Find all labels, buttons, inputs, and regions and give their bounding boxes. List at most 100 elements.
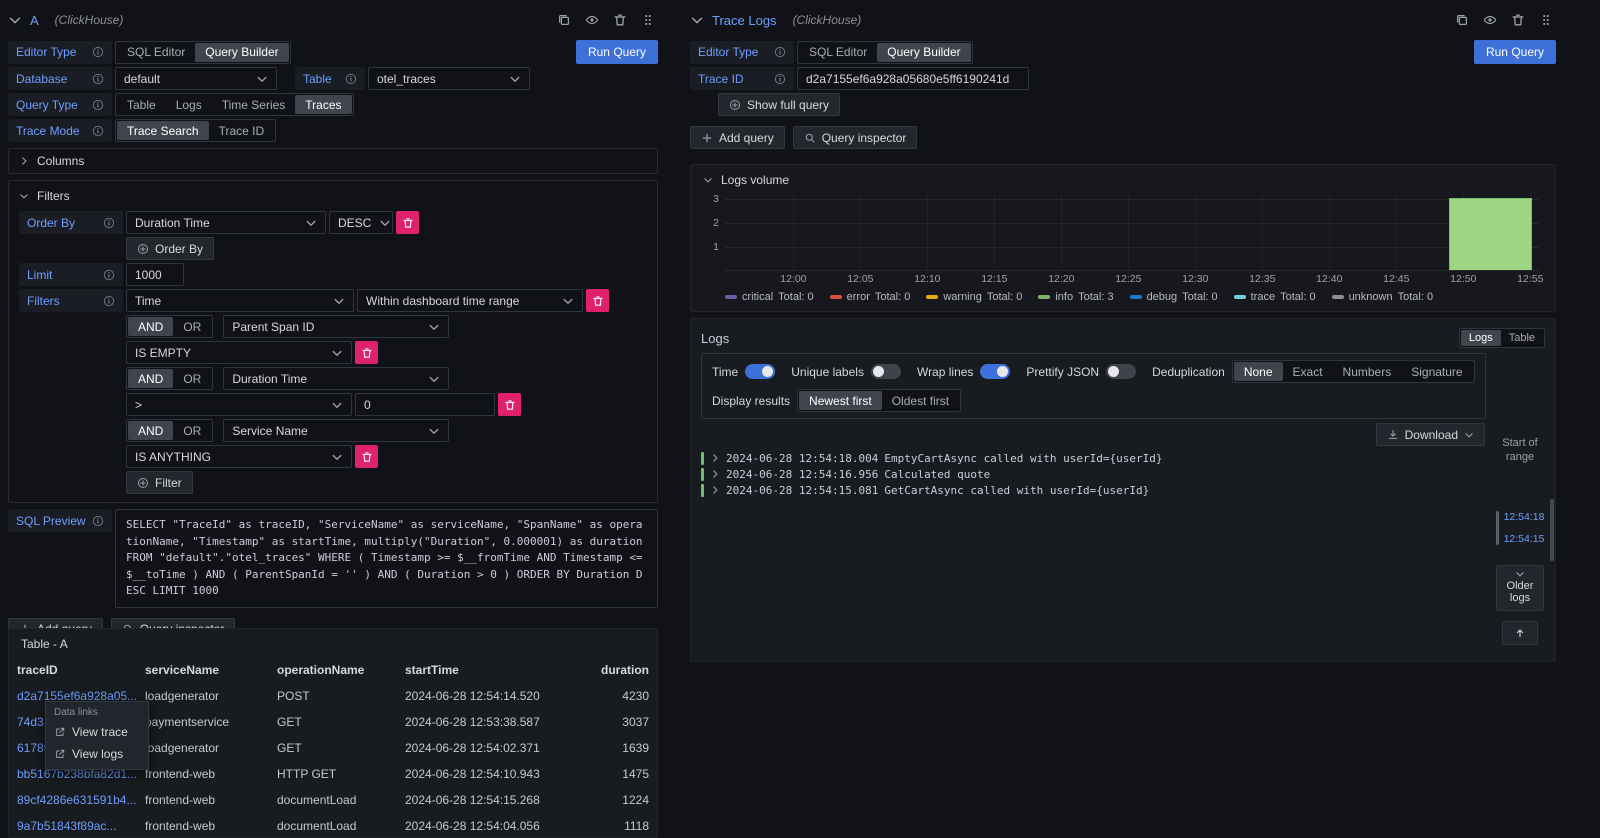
and-option[interactable]: AND xyxy=(128,369,173,388)
or-option[interactable]: OR xyxy=(173,369,211,388)
duplicate-query-icon[interactable] xyxy=(1452,10,1472,30)
info-icon[interactable] xyxy=(92,515,104,527)
add-query-button[interactable]: Add query xyxy=(690,126,785,149)
info-icon[interactable] xyxy=(92,125,104,137)
col-service-name[interactable]: serviceName xyxy=(137,657,269,683)
order-by-direction-select[interactable]: DESC xyxy=(329,211,393,234)
query-type-time-series[interactable]: Time Series xyxy=(212,95,296,114)
drag-handle-icon[interactable] xyxy=(1536,10,1556,30)
filter-time-field-select[interactable]: Time xyxy=(126,289,354,312)
query-ref[interactable]: A xyxy=(30,13,39,28)
legend-item-warning[interactable]: warningTotal: 0 xyxy=(926,291,1022,303)
info-icon[interactable] xyxy=(92,73,104,85)
sql-editor-option[interactable]: SQL Editor xyxy=(799,43,877,62)
col-trace-id[interactable]: traceID xyxy=(9,657,137,683)
order-by-field-select[interactable]: Duration Time xyxy=(126,211,326,234)
and-option[interactable]: AND xyxy=(128,421,173,440)
trace-id-option[interactable]: Trace ID xyxy=(209,121,275,140)
remove-filter-button[interactable] xyxy=(355,341,378,364)
legend-item-debug[interactable]: debugTotal: 0 xyxy=(1130,291,1218,303)
log-line[interactable]: 2024-06-28 12:54:15.081GetCartAsync call… xyxy=(701,482,1469,498)
dedup-exact-option[interactable]: Exact xyxy=(1283,362,1333,381)
logs-view-option[interactable]: Logs xyxy=(1461,330,1501,346)
legend-item-critical[interactable]: criticalTotal: 0 xyxy=(725,291,814,303)
legend-item-info[interactable]: infoTotal: 3 xyxy=(1038,291,1113,303)
wrap-lines-toggle[interactable] xyxy=(980,364,1010,379)
database-select[interactable]: default xyxy=(115,67,277,90)
expand-log-icon[interactable] xyxy=(710,469,720,479)
info-icon[interactable] xyxy=(103,217,115,229)
remove-filter-button[interactable] xyxy=(586,289,609,312)
unique-labels-toggle[interactable] xyxy=(871,364,901,379)
filter-service-operator-select[interactable]: IS ANYTHING xyxy=(126,445,352,468)
trace-id-link[interactable]: 9a7b51843f89ac... xyxy=(9,813,137,838)
remove-filter-button[interactable] xyxy=(498,393,521,416)
newest-first-option[interactable]: Newest first xyxy=(799,391,882,410)
collapse-query-icon[interactable] xyxy=(690,13,704,27)
run-query-button[interactable]: Run Query xyxy=(1474,40,1556,64)
table-select[interactable]: otel_traces xyxy=(368,67,530,90)
drag-handle-icon[interactable] xyxy=(638,10,658,30)
legend-item-error[interactable]: errorTotal: 0 xyxy=(830,291,911,303)
collapse-query-icon[interactable] xyxy=(8,13,22,27)
query-builder-option[interactable]: Query Builder xyxy=(877,43,970,62)
add-filter-button[interactable]: Filter xyxy=(126,471,193,494)
add-order-by-button[interactable]: Order By xyxy=(126,237,214,260)
logs-scrollbar-thumb[interactable] xyxy=(1550,499,1554,561)
filter-duration-field-select[interactable]: Duration Time xyxy=(223,367,449,390)
filters-section-toggle[interactable]: Filters xyxy=(19,189,647,203)
limit-input[interactable]: 1000 xyxy=(126,263,184,286)
table-view-option[interactable]: Table xyxy=(1501,330,1543,346)
delete-query-icon[interactable] xyxy=(1508,10,1528,30)
oldest-first-option[interactable]: Oldest first xyxy=(882,391,959,410)
show-full-query-button[interactable]: Show full query xyxy=(718,93,840,116)
remove-filter-button[interactable] xyxy=(355,445,378,468)
trace-id-input[interactable]: d2a7155ef6a928a05680e5ff6190241d xyxy=(797,67,1029,90)
info-icon[interactable] xyxy=(103,269,115,281)
dedup-signature-option[interactable]: Signature xyxy=(1401,362,1472,381)
query-builder-option[interactable]: Query Builder xyxy=(195,43,288,62)
col-duration[interactable]: duration xyxy=(579,657,657,683)
scroll-to-top-button[interactable] xyxy=(1502,621,1538,645)
filter-duration-operator-select[interactable]: > xyxy=(126,393,352,416)
log-line[interactable]: 2024-06-28 12:54:16.956Calculated quote xyxy=(701,466,1469,482)
info-icon[interactable] xyxy=(103,295,115,307)
filter-parent-span-field-select[interactable]: Parent Span ID xyxy=(223,315,449,338)
older-logs-button[interactable]: Older logs xyxy=(1496,565,1544,611)
query-type-table[interactable]: Table xyxy=(117,95,166,114)
or-option[interactable]: OR xyxy=(173,421,211,440)
sql-editor-option[interactable]: SQL Editor xyxy=(117,43,195,62)
log-line[interactable]: 2024-06-28 12:54:18.004EmptyCartAsync ca… xyxy=(701,450,1469,466)
toggle-visibility-icon[interactable] xyxy=(582,10,602,30)
volume-bar-info[interactable] xyxy=(1449,198,1532,270)
dedup-numbers-option[interactable]: Numbers xyxy=(1333,362,1402,381)
filter-time-value-select[interactable]: Within dashboard time range xyxy=(357,289,583,312)
view-trace-menu-item[interactable]: View trace xyxy=(46,721,148,743)
filter-duration-value-input[interactable]: 0 xyxy=(355,393,495,416)
trace-id-link[interactable]: 89cf4286e631591b4... xyxy=(9,787,137,813)
table-panel-title[interactable]: Table - A xyxy=(9,629,657,657)
query-inspector-button[interactable]: Query inspector xyxy=(793,126,918,149)
legend-item-trace[interactable]: traceTotal: 0 xyxy=(1234,291,1316,303)
prettify-json-toggle[interactable] xyxy=(1106,364,1136,379)
duplicate-query-icon[interactable] xyxy=(554,10,574,30)
query-type-logs[interactable]: Logs xyxy=(166,95,212,114)
columns-section-toggle[interactable]: Columns xyxy=(8,148,658,174)
info-icon[interactable] xyxy=(774,73,786,85)
time-toggle[interactable] xyxy=(745,364,775,379)
run-query-button[interactable]: Run Query xyxy=(576,40,658,64)
filter-parent-span-operator-select[interactable]: IS EMPTY xyxy=(126,341,352,364)
expand-log-icon[interactable] xyxy=(710,485,720,495)
expand-log-icon[interactable] xyxy=(710,453,720,463)
view-logs-menu-item[interactable]: View logs xyxy=(46,743,148,765)
toggle-visibility-icon[interactable] xyxy=(1480,10,1500,30)
col-operation-name[interactable]: operationName xyxy=(269,657,397,683)
download-button[interactable]: Download xyxy=(1376,423,1485,446)
query-type-traces[interactable]: Traces xyxy=(295,95,351,114)
or-option[interactable]: OR xyxy=(173,317,211,336)
delete-query-icon[interactable] xyxy=(610,10,630,30)
trace-search-option[interactable]: Trace Search xyxy=(117,121,209,140)
and-option[interactable]: AND xyxy=(128,317,173,336)
col-start-time[interactable]: startTime xyxy=(397,657,579,683)
logs-page-indicator[interactable]: 12:54:18 12:54:15 xyxy=(1496,511,1545,545)
